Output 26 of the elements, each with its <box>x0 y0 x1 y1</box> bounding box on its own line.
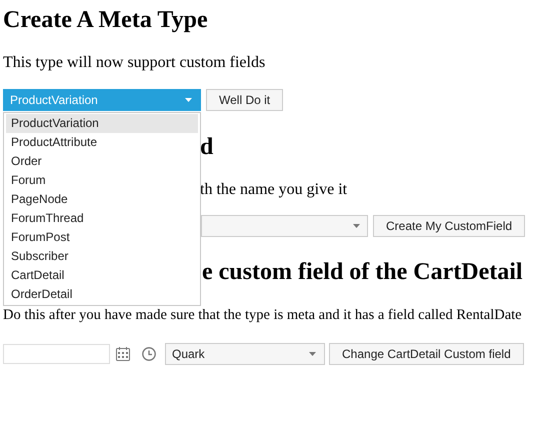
dropdown-option[interactable]: ProductAttribute <box>6 133 198 152</box>
dropdown-option[interactable]: Subscriber <box>6 247 198 266</box>
caret-icon[interactable] <box>185 98 192 102</box>
clock-icon[interactable] <box>142 347 156 361</box>
calendar-icon[interactable] <box>116 347 130 361</box>
intro-text: This type will now support custom fields <box>3 54 266 72</box>
dropdown-option[interactable]: Order <box>6 152 198 171</box>
section-text: th the name you give it <box>200 181 348 198</box>
caret-icon[interactable] <box>309 352 316 356</box>
section-heading: e custom field of the CartDetail <box>202 259 523 285</box>
date-field[interactable] <box>3 344 110 364</box>
dropdown-option[interactable]: ForumThread <box>6 209 198 228</box>
dropdown-option[interactable]: CartDetail <box>6 266 198 285</box>
well-do-it-button[interactable]: Well Do it <box>206 89 284 111</box>
dropdown-option[interactable]: ProductVariation <box>6 114 198 133</box>
change-custom-field-button[interactable]: Change CartDetail Custom field <box>329 343 524 365</box>
dropdown-option[interactable]: PageNode <box>6 190 198 209</box>
section-heading: d <box>200 134 214 160</box>
dropdown-option[interactable]: OrderDetail <box>6 285 198 304</box>
caret-icon[interactable] <box>353 224 360 228</box>
dropdown-option[interactable]: ForumPost <box>6 228 198 247</box>
dropdown-option[interactable]: Forum <box>6 171 198 190</box>
create-customfield-button[interactable]: Create My CustomField <box>373 215 526 237</box>
page-title: Create A Meta Type <box>3 6 209 34</box>
custom-field-dropdown[interactable]: Quark <box>165 343 325 365</box>
section-text: Do this after you have made sure that the type is meta and it has a field called RentalDate <box>3 306 523 324</box>
